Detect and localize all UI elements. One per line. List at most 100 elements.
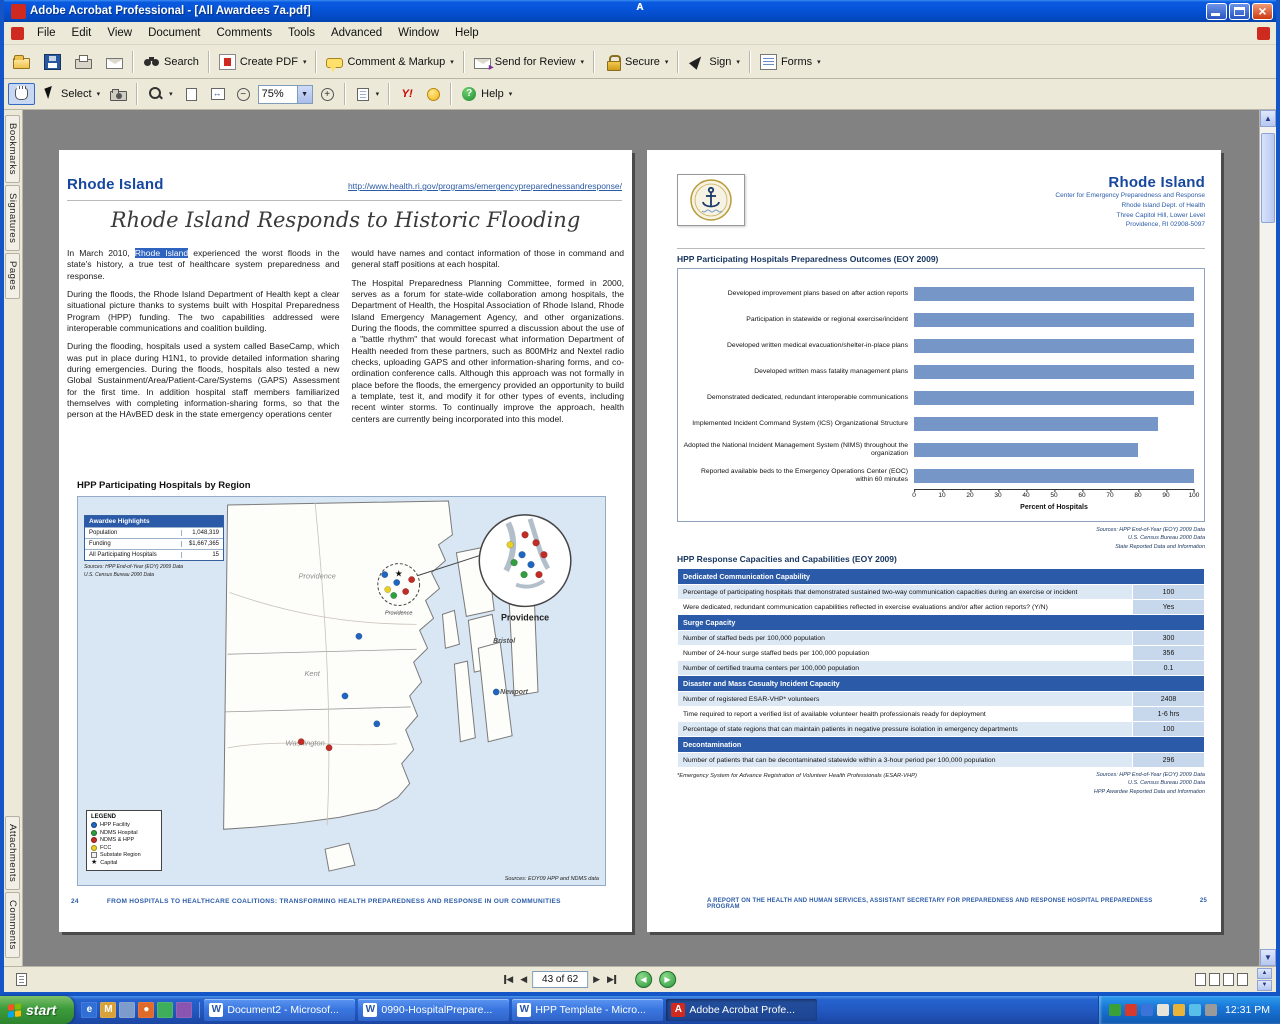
- legend-item: FCC: [91, 845, 157, 851]
- sign-icon: [688, 54, 705, 70]
- previous-view-button[interactable]: ◀: [635, 971, 652, 988]
- magnifier-icon: [147, 86, 164, 102]
- menu-bar: FileEditViewDocumentCommentsToolsAdvance…: [4, 22, 1276, 45]
- update-icon[interactable]: [1173, 1004, 1185, 1016]
- print-icon: [75, 59, 92, 69]
- axis-tick-label: 30: [994, 492, 1001, 499]
- network-icon[interactable]: [1141, 1004, 1153, 1016]
- highlights-value: 1,048,319: [181, 530, 219, 536]
- sources-line: Sources: HPP End-of-Year (EOY) 2009 Data: [1096, 526, 1205, 534]
- continuous-facing-view-icon[interactable]: [1223, 973, 1234, 986]
- highlights-sources: Sources: HPP End-of-Year (EOY) 2009 Data…: [84, 564, 224, 579]
- table-row: Percentage of state regions that can mai…: [678, 722, 1205, 737]
- x-axis-label: Percent of Hospitals: [914, 503, 1194, 511]
- highlights-header: Awardee Highlights: [85, 516, 223, 527]
- messenger-tray-icon[interactable]: [1189, 1004, 1201, 1016]
- table-row-value: 100: [1133, 722, 1205, 737]
- chart-bar-label: Implemented Incident Command System (ICS…: [682, 420, 914, 428]
- left-page-footer: 24 FROM HOSPITALS TO HEALTHCARE COALITIO…: [71, 898, 612, 905]
- scrollbar-thumb[interactable]: [1261, 133, 1275, 223]
- county-label-providence: Providence: [298, 572, 335, 581]
- legend-item: Substate Region: [91, 852, 157, 858]
- document-area[interactable]: Rhode Island http://www.health.ri.gov/pr…: [23, 110, 1259, 966]
- taskbar-button-0990-hospitalprepare[interactable]: W0990-HospitalPrepare...: [358, 999, 509, 1021]
- last-page-button[interactable]: ▶: [605, 972, 618, 987]
- internet-explorer-icon[interactable]: e: [81, 1002, 97, 1018]
- chart-title: HPP Participating Hospitals Preparedness…: [677, 254, 1205, 264]
- single-page-view-icon[interactable]: [1195, 973, 1206, 986]
- media-player-icon[interactable]: ●: [138, 1002, 154, 1018]
- browser-icon[interactable]: [176, 1002, 192, 1018]
- continuous-view-icon[interactable]: [1209, 973, 1220, 986]
- capabilities-table-title: HPP Response Capacities and Capabilities…: [677, 554, 1205, 564]
- facing-view-icon[interactable]: [1237, 973, 1248, 986]
- next-page-button[interactable]: ▶: [591, 972, 602, 987]
- highlights-row: Funding$1,667,365: [85, 538, 223, 549]
- taskbar-button-label: 0990-HospitalPrepare...: [381, 1004, 492, 1016]
- start-button[interactable]: start: [0, 996, 74, 1024]
- fit-page-icon: [186, 88, 197, 101]
- chart-bar: [914, 417, 1158, 431]
- table-sources: Sources: HPP End-of-Year (EOY) 2009 Data…: [1094, 771, 1205, 796]
- health-department-url[interactable]: http://www.health.ri.gov/programs/emerge…: [348, 181, 622, 191]
- taskbar-button-adobe-acrobat-profe[interactable]: AAdobe Acrobat Profe...: [666, 999, 817, 1021]
- chart-bar: [914, 313, 1194, 327]
- paragraph: During the flooding, hospitals used a sy…: [67, 341, 340, 420]
- chart-row: Developed written mass fatality manageme…: [682, 359, 1194, 385]
- next-view-button[interactable]: ▶: [659, 971, 676, 988]
- chart-bar-track: [914, 313, 1194, 327]
- flag-yellow: [15, 1010, 21, 1017]
- table-row: Number of 24-hour surge staffed beds per…: [678, 646, 1205, 661]
- zoom-out-icon: [237, 88, 250, 101]
- hospitals-map: Providence Kent Washington Bristol Newpo…: [77, 496, 606, 886]
- tray-icons: [1109, 1004, 1217, 1016]
- flag-green: [15, 1003, 21, 1010]
- table-section-row: Decontamination: [678, 737, 1205, 753]
- page-indicator-field[interactable]: 43 of 62: [532, 971, 588, 988]
- previous-page-button[interactable]: ◀: [518, 972, 529, 987]
- sources-line: Sources: HPP End-of-Year (EOY) 2009 Data: [84, 564, 224, 572]
- volume-icon[interactable]: [1157, 1004, 1169, 1016]
- taskbar-button-hpp-template-micro[interactable]: WHPP Template - Micro...: [512, 999, 663, 1021]
- messenger-icon[interactable]: [157, 1002, 173, 1018]
- table-row-value: 2408: [1133, 692, 1205, 707]
- paragraph: would have names and contact information…: [352, 248, 625, 271]
- county-label-newport: Newport: [500, 689, 528, 696]
- scroll-page-up-button[interactable]: ▲: [1257, 968, 1272, 979]
- table-row-label: Number of staffed beds per 100,000 popul…: [678, 631, 1133, 646]
- sources-line: U.S. Census Bureau 2000 Data: [1094, 779, 1205, 787]
- print-setup-button[interactable]: [8, 969, 35, 990]
- legend-label: Substate Region: [100, 852, 141, 858]
- taskbar-button-document2-microsof[interactable]: W Document2 - Microsof...: [204, 999, 355, 1021]
- antivirus-icon[interactable]: [1109, 1004, 1121, 1016]
- scrollbar-track[interactable]: [1260, 127, 1276, 949]
- fit-width-icon: [211, 88, 225, 100]
- legend-label: Capital: [100, 860, 117, 866]
- word-icon: W: [209, 1003, 223, 1017]
- article-column-2: would have names and contact information…: [352, 248, 625, 462]
- first-page-button[interactable]: ◀: [502, 972, 515, 987]
- table-row-label: Number of registered ESAR-VHP* volunteer…: [678, 692, 1133, 707]
- chart-bar-label: Participation in statewide or regional e…: [682, 316, 914, 324]
- hpp-facility-marker-icon: [91, 822, 97, 828]
- taskbar-button-label: Document2 - Microsof...: [227, 1004, 338, 1016]
- windows-flag-icon: [8, 1003, 21, 1017]
- word-icon: W: [517, 1003, 531, 1017]
- text-run: In March 2010,: [67, 248, 135, 258]
- scroll-page-down-button[interactable]: ▼: [1257, 980, 1272, 991]
- table-row-label: Number of patients that can be decontami…: [678, 753, 1133, 768]
- table-row-value: 1-6 hrs: [1133, 707, 1205, 722]
- providence-city-label: Providence: [385, 610, 412, 616]
- chart-bar: [914, 339, 1194, 353]
- show-desktop-icon[interactable]: [119, 1002, 135, 1018]
- chart-row: Demonstrated dedicated, redundant intero…: [682, 385, 1194, 411]
- status-bar: ◀ ◀ 43 of 62 ▶ ▶ ◀ ▶ ▲ ▼: [4, 966, 1276, 992]
- power-icon[interactable]: [1205, 1004, 1217, 1016]
- secure-icon: [604, 54, 621, 70]
- chart-bar-label: Reported available beds to the Emergency…: [682, 468, 914, 484]
- header-rule: [67, 200, 622, 201]
- alert-icon[interactable]: [1125, 1004, 1137, 1016]
- vertical-scrollbar[interactable]: ▲ ▼: [1259, 110, 1276, 966]
- mail-icon[interactable]: M: [100, 1002, 116, 1018]
- map-sources: Sources: EOY09 HPP and NDMS data: [505, 876, 599, 882]
